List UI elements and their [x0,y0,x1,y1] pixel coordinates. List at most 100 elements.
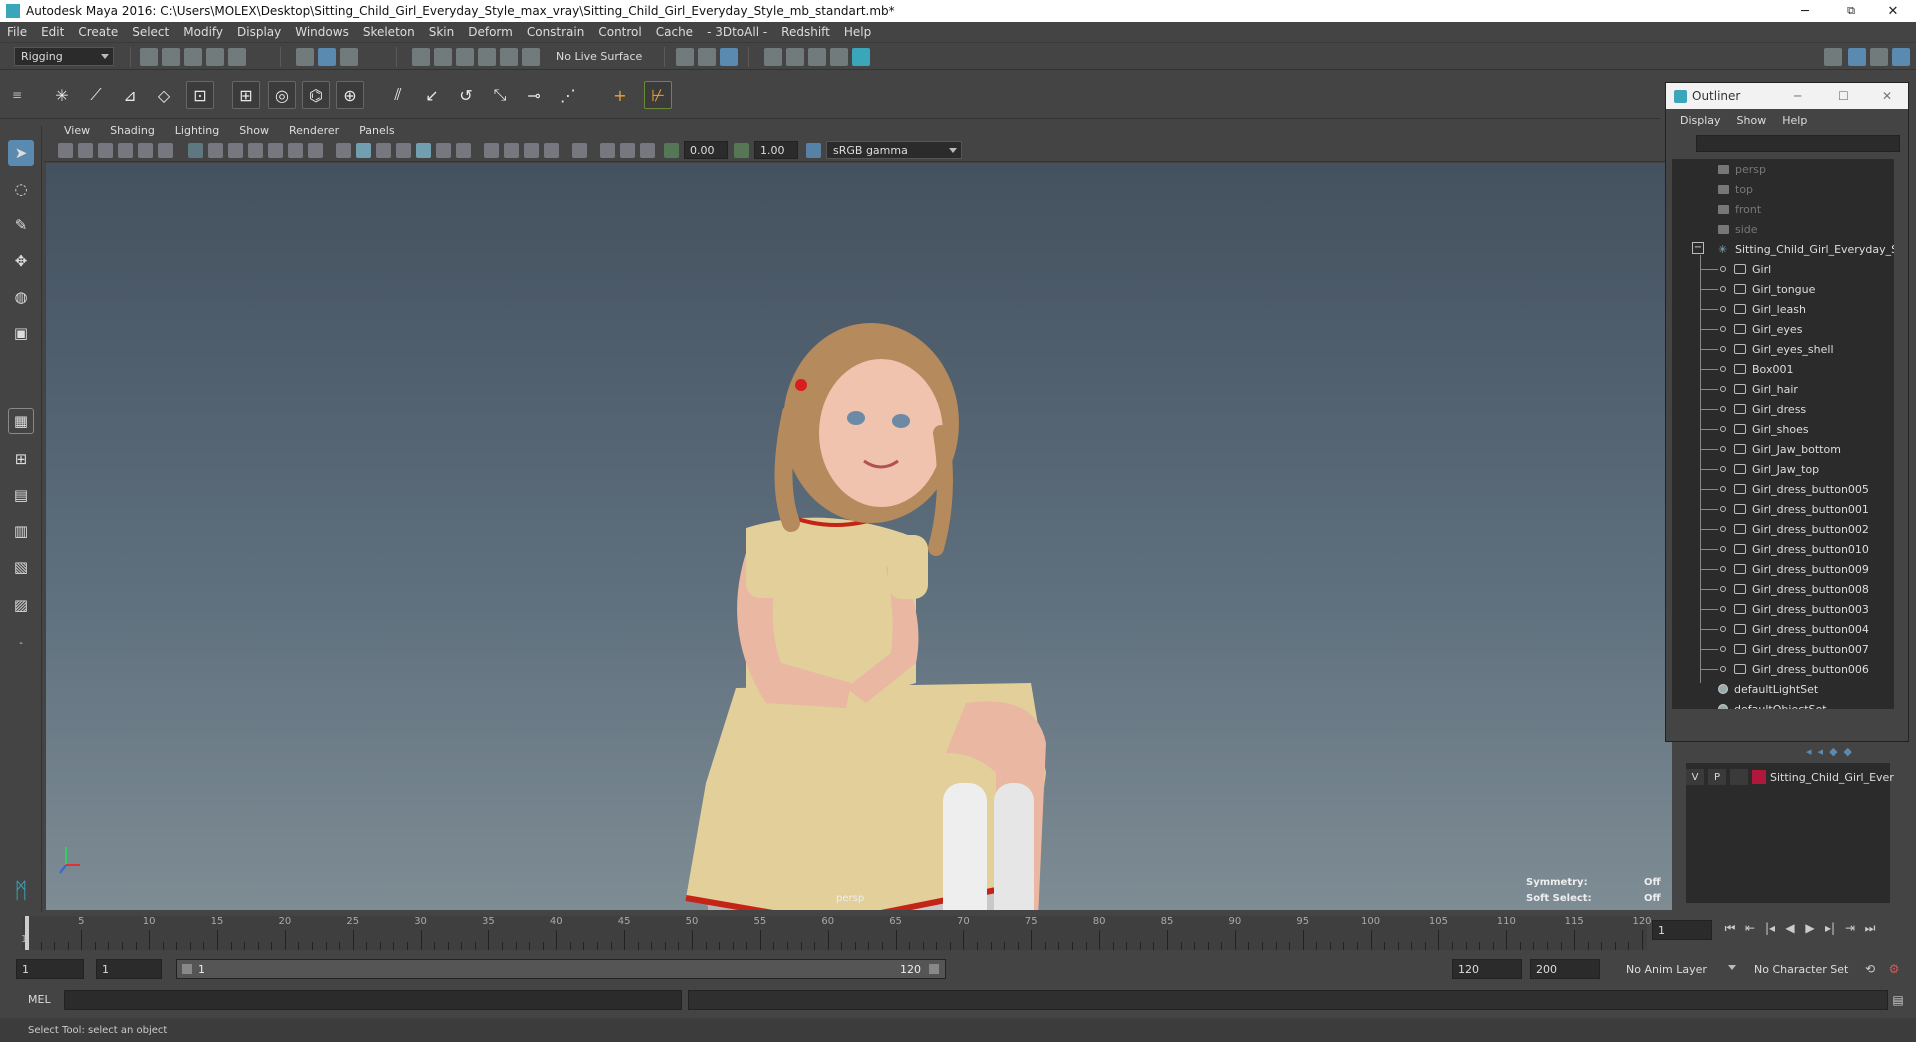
step-back-frame-icon[interactable]: |◂ [1762,920,1778,936]
move-layer-up-icon[interactable]: ◂ [1806,745,1812,761]
outliner-item[interactable]: Girl_tongue [1700,279,1815,299]
rig-tool-icon[interactable]: ⊬ [644,81,672,109]
outliner-item[interactable]: Girl_leash [1700,299,1806,319]
persp-graph-layout-icon[interactable]: ▥ [8,518,34,544]
visibility-dot-icon[interactable] [1720,546,1726,552]
xray-joints-icon[interactable] [620,143,635,158]
outliner-item[interactable]: Girl_shoes [1700,419,1809,439]
menu-redshift[interactable]: Redshift [774,25,837,39]
outliner-item[interactable]: side [1718,219,1758,239]
range-slider[interactable]: 1 120 [176,959,946,979]
snap-view-plane-icon[interactable] [478,48,496,66]
outliner-titlebar[interactable]: Outliner ─ ☐ ✕ [1666,83,1908,109]
panel-menu-panels[interactable]: Panels [349,124,404,137]
menu-constrain[interactable]: Constrain [520,25,592,39]
play-forwards-icon[interactable]: ▶ [1802,920,1818,936]
soft-mod-icon[interactable]: ⊕ [336,81,364,109]
save-scene-icon[interactable] [184,48,202,66]
gate-mask-icon[interactable] [248,143,263,158]
workspace-icon[interactable] [1824,48,1842,66]
xray-components-icon[interactable] [640,143,655,158]
outliner-item[interactable]: persp [1718,159,1766,179]
outliner-item[interactable]: Girl_dress_button004 [1700,619,1869,639]
visibility-dot-icon[interactable] [1720,326,1726,332]
camera-icon[interactable] [58,143,73,158]
open-scene-icon[interactable] [162,48,180,66]
minimize-button[interactable]: ─ [1782,0,1828,22]
smooth-shade-icon[interactable] [356,143,371,158]
render-view-icon[interactable] [764,48,782,66]
visibility-dot-icon[interactable] [1720,586,1726,592]
ipr-render-icon[interactable] [808,48,826,66]
outliner-close-icon[interactable]: ✕ [1882,89,1892,103]
outliner-item[interactable]: Girl [1700,259,1771,279]
step-forward-frame-icon[interactable]: ▸| [1822,920,1838,936]
panel-menu-show[interactable]: Show [229,124,279,137]
grease-pencil-icon[interactable] [158,143,173,158]
visibility-dot-icon[interactable] [1720,606,1726,612]
parent-constraint-icon[interactable]: ⊸ [520,81,548,109]
lasso-tool-icon[interactable]: ◌ [8,176,34,202]
range-handle-left[interactable] [182,964,192,974]
safe-title-icon[interactable] [308,143,323,158]
outliner-item[interactable]: Girl_eyes [1700,319,1802,339]
film-gate-icon[interactable] [208,143,223,158]
outliner-item[interactable]: front [1718,199,1761,219]
exposure-field[interactable]: 0.00 [684,141,728,159]
persp-hypershade-layout-icon[interactable]: ▧ [8,554,34,580]
hypershade-icon[interactable] [852,48,870,66]
current-time-indicator[interactable] [25,916,29,950]
persp-outliner-layout-icon[interactable]: ▤ [8,482,34,508]
outliner-item[interactable]: Girl_dress_button005 [1700,479,1869,499]
visibility-dot-icon[interactable] [1720,306,1726,312]
mirror-joint-icon[interactable]: ⊿ [116,81,144,109]
bookmark-icon[interactable] [98,143,113,158]
isolate-select-icon[interactable] [572,143,587,158]
visibility-dot-icon[interactable] [1720,486,1726,492]
outliner-item[interactable]: Girl_Jaw_bottom [1700,439,1841,459]
animation-end-field[interactable]: 200 [1530,959,1600,979]
render-frame-icon[interactable] [786,48,804,66]
locator-icon[interactable]: + [606,81,634,109]
step-forward-key-icon[interactable]: ⇥ [1842,920,1858,936]
outliner-menu-display[interactable]: Display [1672,114,1729,127]
wireframe-icon[interactable] [336,143,351,158]
panel-menu-renderer[interactable]: Renderer [279,124,349,137]
four-view-layout-icon[interactable]: ⊞ [8,446,34,472]
select-by-object-icon[interactable] [318,48,336,66]
animation-start-field[interactable]: 1 [96,959,162,979]
attribute-editor-toggle-icon[interactable] [1870,48,1888,66]
perspective-viewport[interactable]: persp Symmetry: Off Soft Select: Off [46,163,1672,910]
panel-menu-shading[interactable]: Shading [100,124,165,137]
current-frame-field[interactable]: 1 [1652,920,1712,940]
layer-color-swatch[interactable] [1752,770,1766,784]
go-to-end-icon[interactable]: ⏭ [1862,920,1878,936]
visibility-dot-icon[interactable] [1720,406,1726,412]
camera-attributes-icon[interactable] [78,143,93,158]
pole-vector-icon[interactable]: ⋰ [554,81,582,109]
visibility-dot-icon[interactable] [1720,366,1726,372]
layer-playback-toggle[interactable]: P [1708,769,1726,785]
start-time-field[interactable]: 1 [16,959,84,979]
menu-cache[interactable]: Cache [649,25,700,39]
orient-constraint-icon[interactable]: ↺ [452,81,480,109]
visibility-dot-icon[interactable] [1720,266,1726,272]
go-to-start-icon[interactable]: ⏮ [1722,920,1738,936]
textured-icon[interactable] [416,143,431,158]
outliner-search-input[interactable] [1696,135,1900,152]
render-settings-icon[interactable] [830,48,848,66]
new-layer-from-selected-icon[interactable]: ◆ [1844,745,1852,761]
visibility-dot-icon[interactable] [1720,446,1726,452]
undo-icon[interactable] [206,48,224,66]
move-tool-icon[interactable]: ✥ [8,248,34,274]
wireframe-on-shaded-icon[interactable] [396,143,411,158]
menuset-dropdown[interactable]: Rigging [14,47,114,66]
snap-grid-icon[interactable] [412,48,430,66]
select-by-component-icon[interactable] [340,48,358,66]
safe-action-icon[interactable] [288,143,303,158]
tool-settings-toggle-icon[interactable] [1892,48,1910,66]
visibility-dot-icon[interactable] [1720,646,1726,652]
construction-history-icon[interactable] [720,48,738,66]
menu-file[interactable]: File [0,25,34,39]
visibility-dot-icon[interactable] [1720,506,1726,512]
